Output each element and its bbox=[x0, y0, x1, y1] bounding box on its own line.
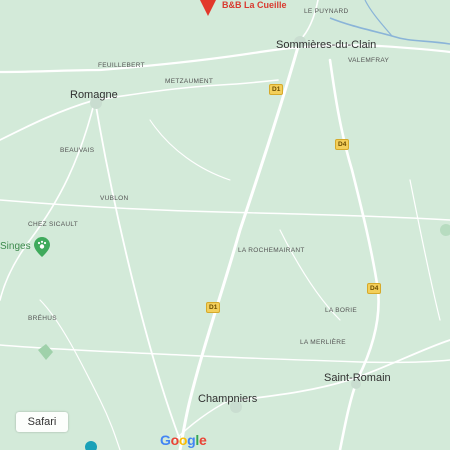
place-brehus: BRÉHUS bbox=[28, 315, 57, 322]
place-beauvais: BEAUVAIS bbox=[60, 147, 95, 154]
park-area bbox=[38, 344, 53, 360]
place-romagne: Romagne bbox=[70, 89, 118, 101]
road-small-1 bbox=[299, 0, 319, 41]
road-shield-d1-south: D1 bbox=[206, 302, 221, 313]
road-romagne-west bbox=[0, 99, 96, 141]
road-romagne-south bbox=[94, 99, 181, 441]
road-romagne-sw bbox=[0, 99, 96, 301]
place-sommieres: Sommières-du-Clain bbox=[276, 39, 377, 51]
map-pin-icon[interactable] bbox=[198, 0, 218, 18]
park-area-2 bbox=[440, 224, 450, 236]
paw-icon[interactable] bbox=[34, 237, 50, 257]
google-logo-letter: o bbox=[178, 432, 188, 448]
road-small-3 bbox=[409, 179, 441, 321]
place-metzaument: METZAUMENT bbox=[165, 78, 214, 85]
place-valemfray: VALEMFRAY bbox=[348, 57, 390, 64]
road-lower bbox=[0, 344, 450, 364]
place-la-rochemairant: LA ROCHEMAIRANT bbox=[238, 247, 305, 254]
place-feuillebert: FEUILLEBERT bbox=[98, 62, 145, 69]
place-champniers: Champniers bbox=[198, 393, 258, 405]
road-d1 bbox=[178, 38, 302, 450]
road-shield-d4-south: D4 bbox=[367, 283, 382, 294]
road-middle bbox=[0, 199, 450, 221]
place-singes[interactable]: Singes bbox=[0, 241, 31, 252]
place-saint-romain: Saint-Romain bbox=[324, 372, 391, 384]
location-pin-icon[interactable] bbox=[84, 440, 98, 450]
place-le-puynard: LE PUYNARD bbox=[304, 8, 349, 15]
place-chez-sicault: CHEZ SICAULT bbox=[28, 221, 79, 228]
safari-button[interactable]: Safari bbox=[16, 412, 68, 432]
place-vublon: VUBLON bbox=[100, 195, 129, 202]
place-la-borie: LA BORIE bbox=[325, 307, 358, 314]
google-logo-letter: G bbox=[160, 432, 171, 448]
google-logo-letter: e bbox=[198, 432, 207, 448]
road-champniers-east bbox=[239, 339, 450, 401]
place-la-merliere: LA MERLIÈRE bbox=[300, 339, 346, 346]
google-logo-letter: o bbox=[170, 432, 180, 448]
road-small-6 bbox=[149, 119, 231, 181]
road-shield-d4: D4 bbox=[335, 139, 350, 150]
map-view[interactable]: B&B La Cueille Sommières-du-Clain Romagn… bbox=[0, 0, 450, 450]
marker-label[interactable]: B&B La Cueille bbox=[222, 0, 287, 10]
google-logo: Google bbox=[160, 432, 207, 448]
road-d4 bbox=[328, 58, 380, 450]
road-shield-d1: D1 bbox=[269, 84, 284, 95]
